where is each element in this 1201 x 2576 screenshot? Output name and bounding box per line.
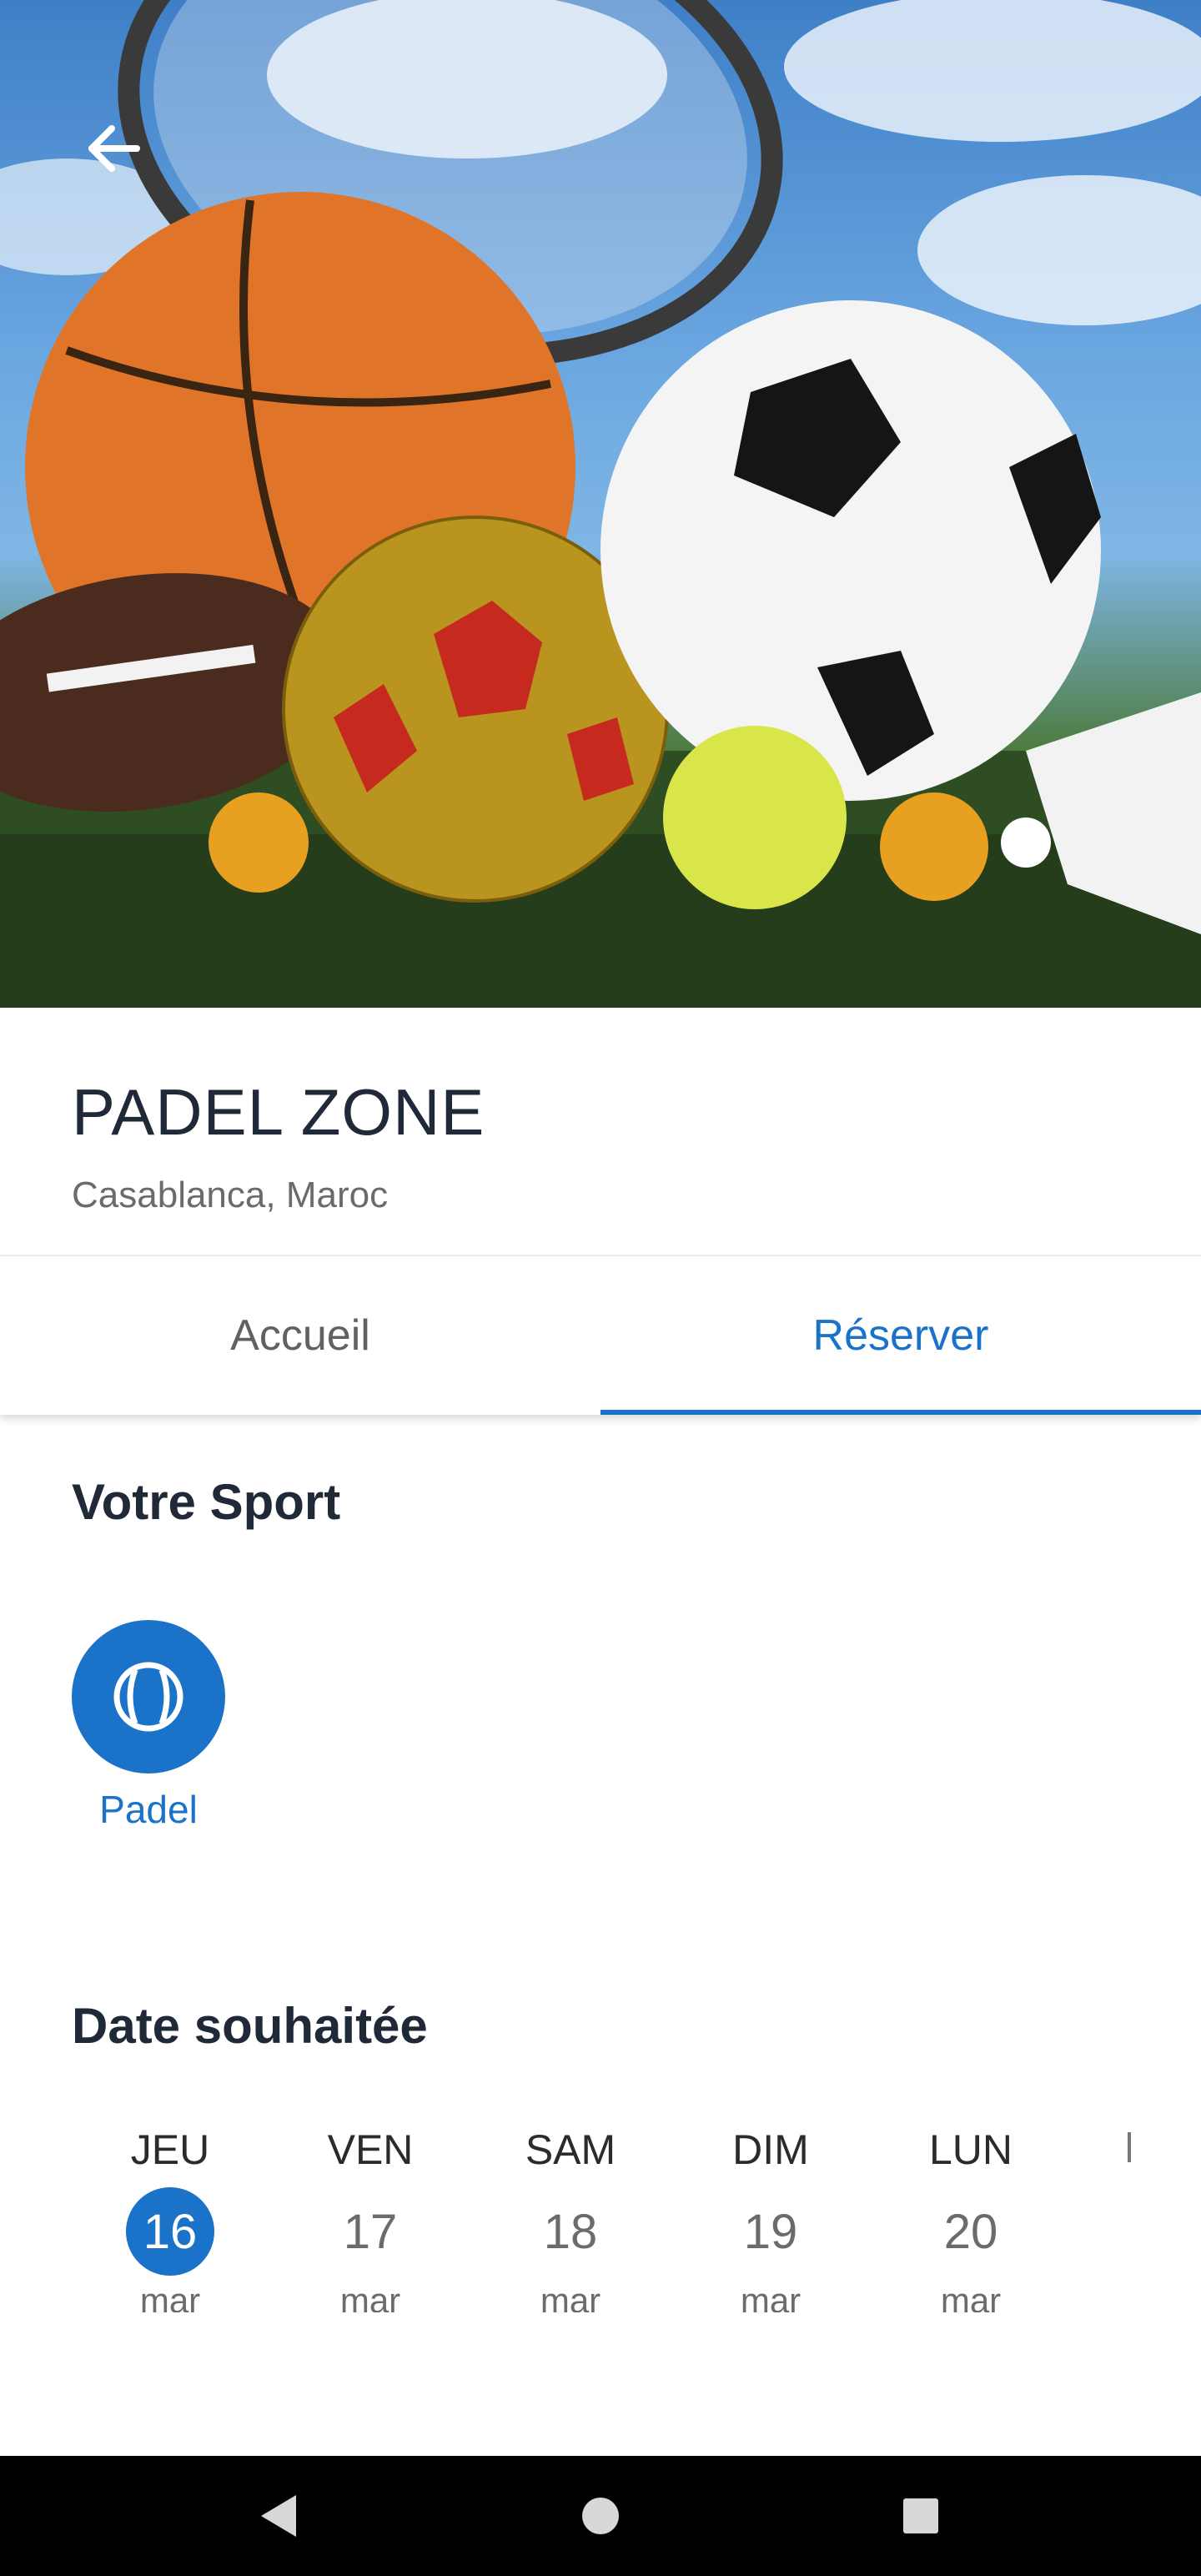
date-weekday: JEU bbox=[130, 2126, 210, 2173]
date-month: mar bbox=[540, 2281, 601, 2312]
sport-option-padel[interactable] bbox=[72, 1620, 225, 1774]
system-navigation-bar bbox=[0, 2456, 1201, 2576]
date-number: 20 bbox=[943, 2204, 998, 2259]
date-weekday: DIM bbox=[732, 2126, 809, 2173]
nav-home-button[interactable] bbox=[542, 2456, 659, 2576]
date-weekday: SAM bbox=[525, 2126, 616, 2173]
venue-header: PADEL ZONE Casablanca, Maroc bbox=[0, 1008, 1201, 1256]
nav-back-button[interactable] bbox=[220, 2456, 337, 2576]
date-month: mar bbox=[740, 2281, 802, 2312]
date-number: 18 bbox=[543, 2204, 598, 2259]
date-number: 16 bbox=[126, 2187, 214, 2276]
date-section-title: Date souhaitée bbox=[72, 1998, 428, 2054]
nav-recents-button[interactable] bbox=[862, 2456, 979, 2576]
date-option[interactable]: DIM 19 mar bbox=[704, 2102, 837, 2312]
circle-home-icon bbox=[582, 2498, 619, 2534]
date-weekday: LUN bbox=[928, 2126, 1013, 2173]
active-tab-indicator bbox=[600, 1410, 1201, 1415]
date-month: mar bbox=[139, 2281, 201, 2312]
sports-balls-illustration bbox=[0, 0, 1201, 1008]
triangle-back-icon bbox=[261, 2495, 296, 2537]
venue-hero-image bbox=[0, 0, 1201, 1008]
date-number: 19 bbox=[743, 2204, 798, 2259]
date-month: mar bbox=[940, 2281, 1002, 2312]
tab-bar: Accueil Réserver bbox=[0, 1256, 1201, 1415]
date-option[interactable]: SAM 18 mar bbox=[504, 2102, 637, 2312]
date-month: mar bbox=[339, 2281, 401, 2312]
arrow-left-icon bbox=[88, 125, 140, 172]
date-option[interactable]: LUN 20 mar bbox=[904, 2102, 1038, 2312]
sport-option-label: Padel bbox=[99, 1788, 198, 1831]
date-option[interactable]: VEN 17 mar bbox=[304, 2102, 437, 2312]
date-picker-strip: JEU 16 mar VEN 17 mar SAM 18 mar DIM 19 … bbox=[0, 2102, 1201, 2312]
sport-section-title: Votre Sport bbox=[72, 1474, 341, 1530]
next-date-partial bbox=[1128, 2132, 1131, 2162]
tab-accueil[interactable]: Accueil bbox=[0, 1256, 600, 1415]
date-weekday: VEN bbox=[327, 2126, 414, 2173]
venue-name: PADEL ZONE bbox=[72, 1075, 485, 1149]
square-recents-icon bbox=[903, 2498, 938, 2533]
tab-reserver[interactable]: Réserver bbox=[600, 1256, 1201, 1415]
ball-icon bbox=[113, 1662, 183, 1732]
back-button[interactable] bbox=[87, 125, 170, 192]
date-option[interactable]: JEU 16 mar bbox=[103, 2102, 237, 2312]
venue-location: Casablanca, Maroc bbox=[72, 1175, 389, 1215]
date-number: 17 bbox=[343, 2204, 398, 2259]
